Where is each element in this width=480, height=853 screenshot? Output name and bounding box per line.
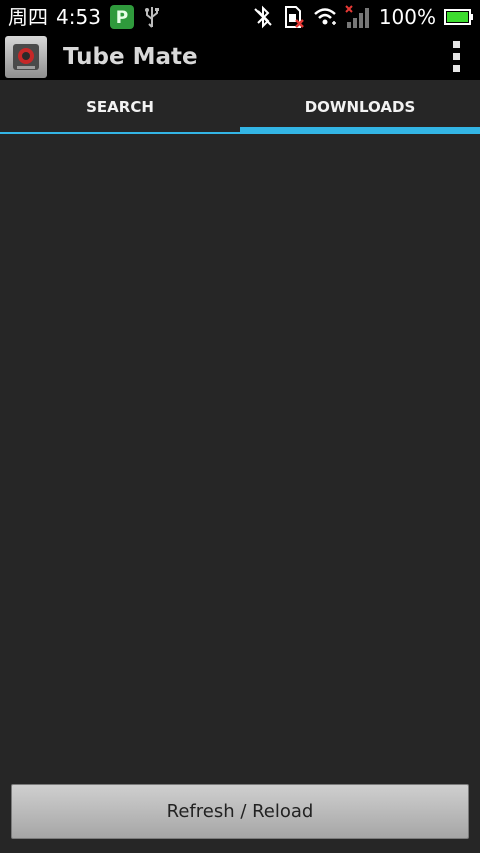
tab-search[interactable]: SEARCH: [0, 80, 240, 134]
status-bar: 周四 4:53 P 100%: [0, 0, 480, 33]
signal-icon: [345, 4, 371, 29]
tab-selected-indicator: [240, 127, 480, 134]
app-title: Tube Mate: [63, 43, 198, 70]
downloads-list-area: [0, 134, 480, 853]
svg-text:P: P: [116, 8, 128, 28]
battery-icon: [444, 8, 474, 25]
status-bar-right: 100%: [251, 4, 474, 29]
parking-app-icon: P: [109, 4, 135, 30]
overflow-menu-icon[interactable]: [436, 33, 476, 80]
battery-percentage: 100%: [378, 4, 436, 29]
status-time: 4:53: [56, 4, 101, 29]
tab-downloads[interactable]: DOWNLOADS: [240, 80, 480, 134]
status-day: 周四: [8, 4, 48, 29]
bluetooth-off-icon: [251, 5, 275, 29]
tab-bar: SEARCH DOWNLOADS: [0, 80, 480, 134]
sim-missing-icon: [283, 5, 305, 29]
refresh-reload-button[interactable]: Refresh / Reload: [11, 784, 469, 839]
status-bar-left: 周四 4:53 P: [8, 4, 161, 30]
menu-dot: [452, 53, 460, 60]
action-bar: Tube Mate: [0, 33, 480, 80]
menu-dot: [452, 65, 460, 72]
tab-search-label: SEARCH: [86, 98, 154, 116]
tubemate-app-icon[interactable]: [5, 35, 47, 78]
usb-icon: [143, 5, 161, 29]
menu-dot: [452, 41, 460, 48]
wifi-icon: [313, 6, 337, 28]
tab-downloads-label: DOWNLOADS: [304, 98, 416, 116]
